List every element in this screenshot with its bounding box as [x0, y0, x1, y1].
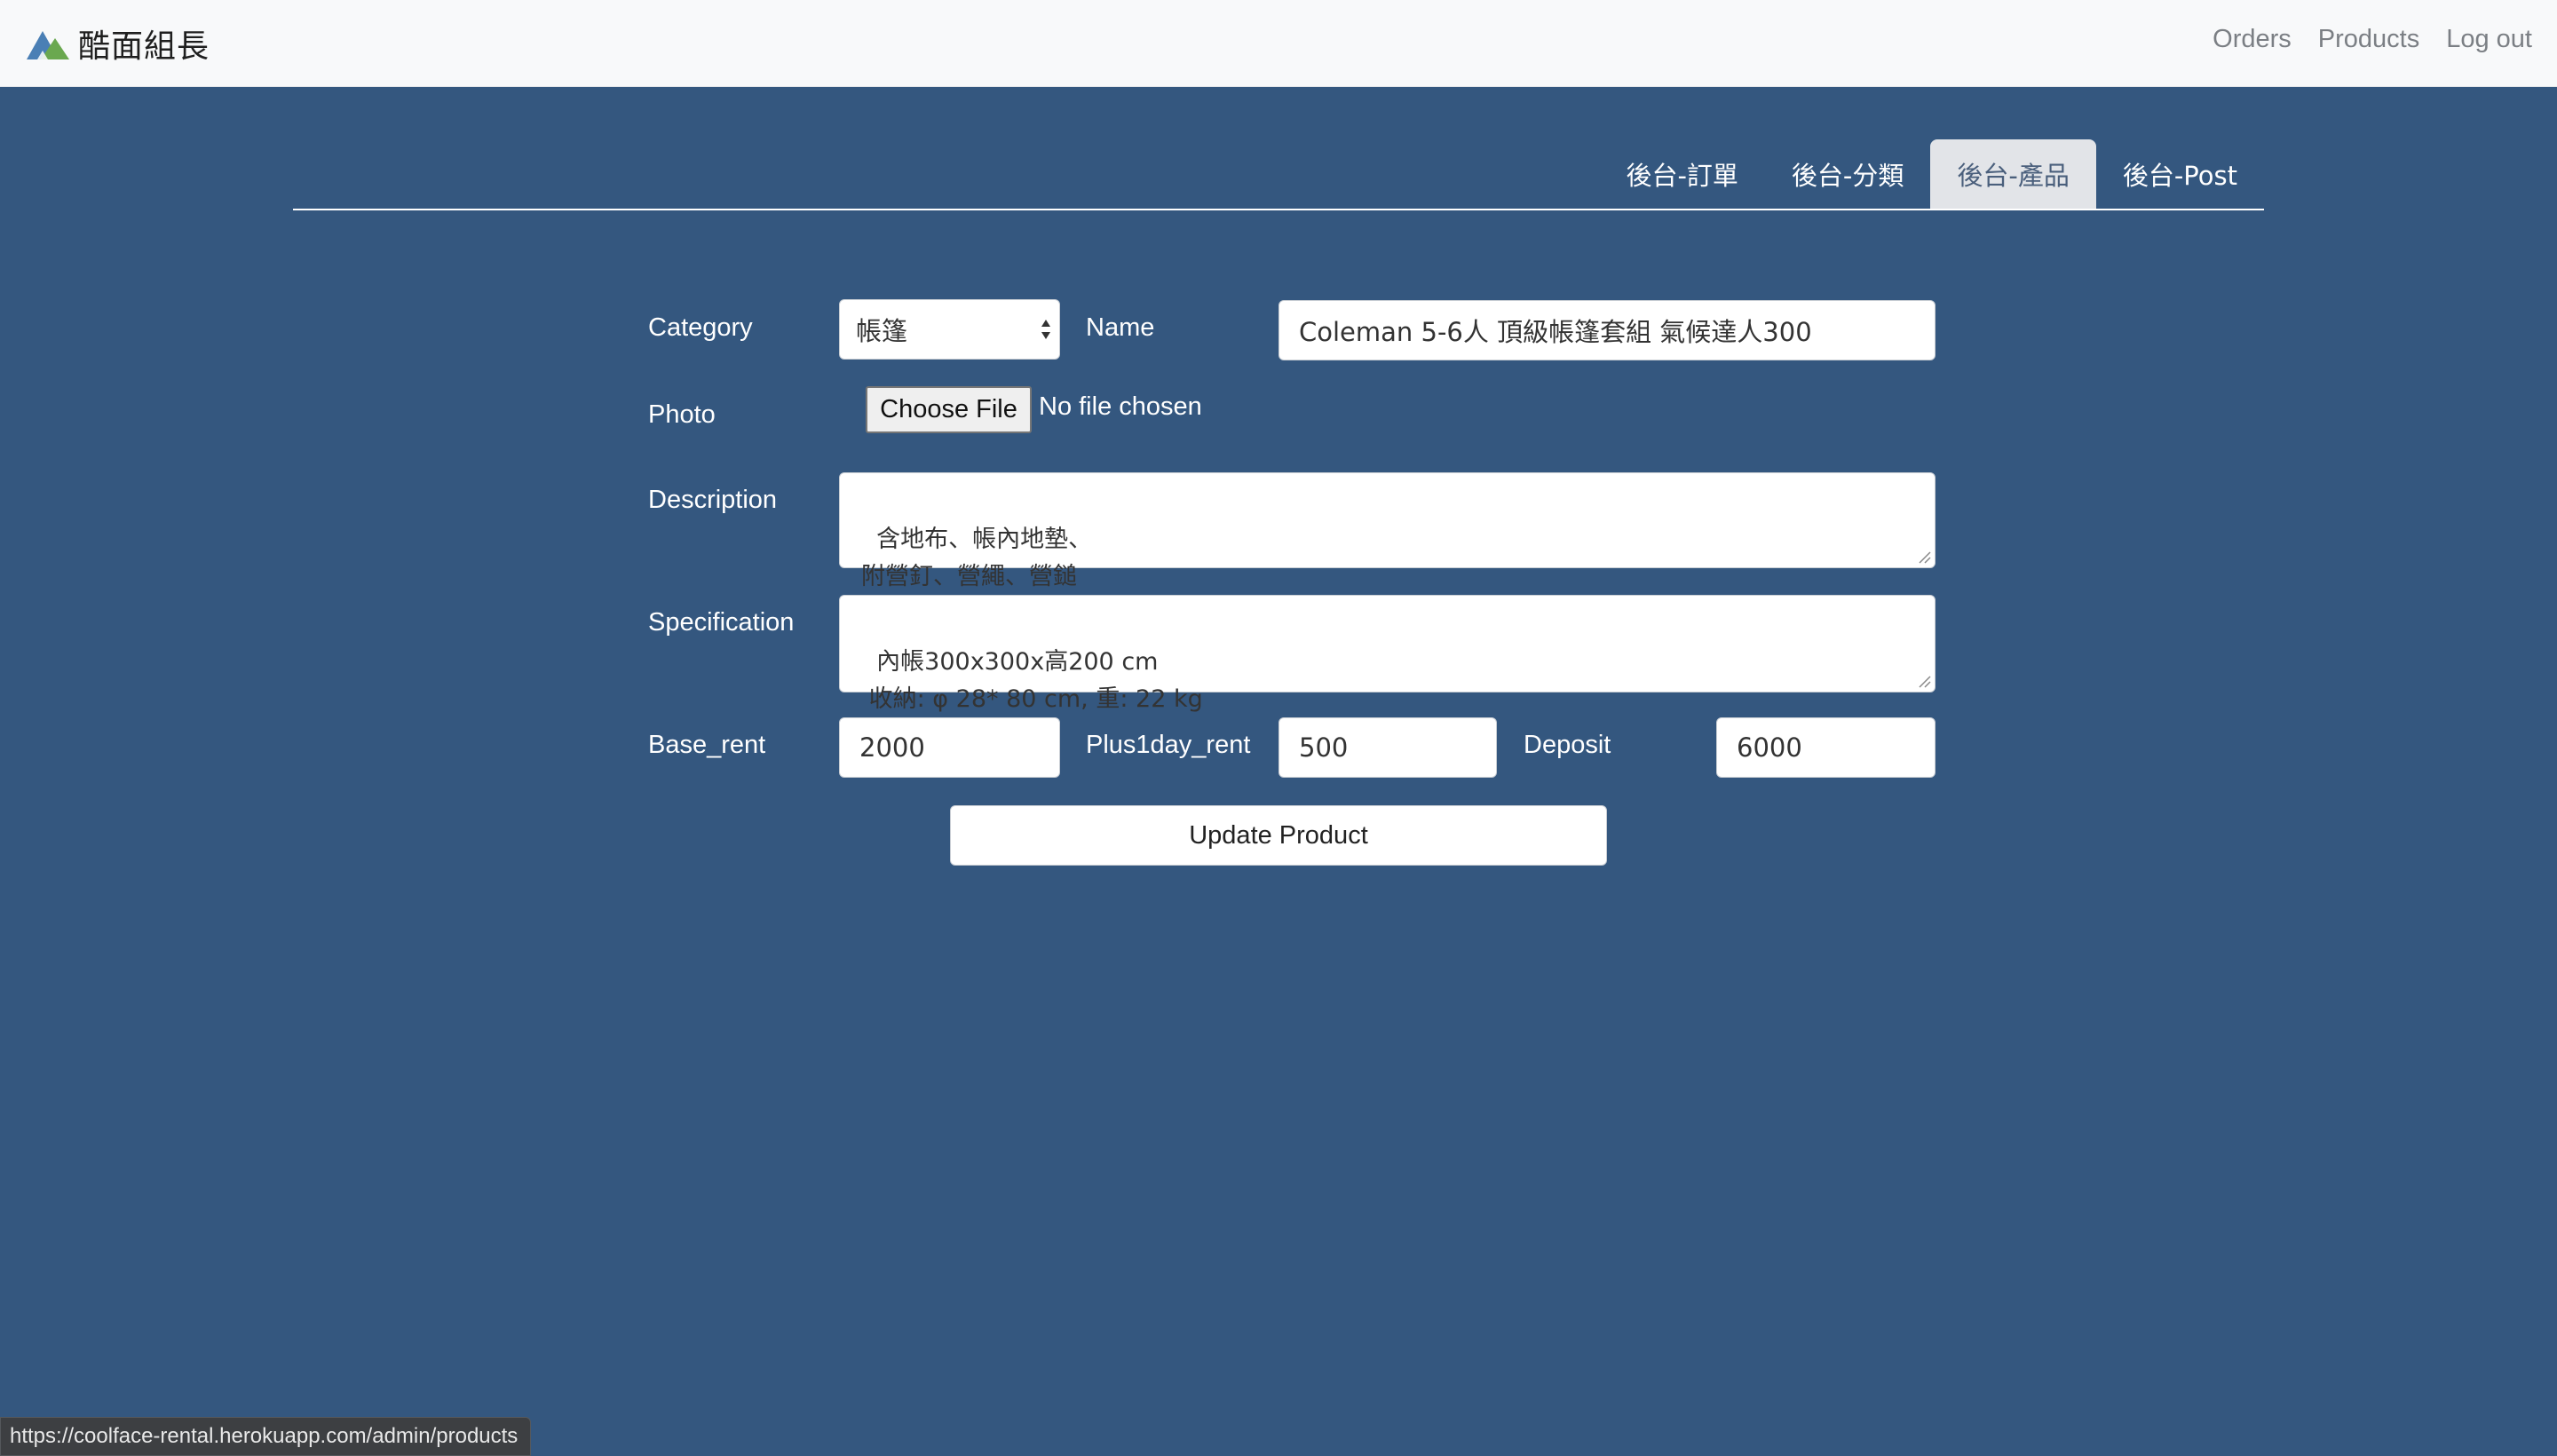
- top-navbar: 酷面組長 Orders Products Log out: [0, 0, 2557, 87]
- nav-products-link[interactable]: Products: [2318, 25, 2419, 54]
- category-select[interactable]: 帳篷: [839, 299, 1060, 360]
- category-select-value: 帳篷: [856, 316, 908, 346]
- status-url: https://coolface-rental.herokuapp.com/ad…: [10, 1424, 519, 1448]
- admin-tabs: 後台-訂單 後台-分類 後台-產品 後台-Post: [293, 139, 2264, 210]
- nav-orders-link[interactable]: Orders: [2213, 25, 2292, 54]
- tab-orders[interactable]: 後台-訂單: [1599, 139, 1764, 209]
- tab-list: 後台-訂單 後台-分類 後台-產品 後台-Post: [1599, 139, 2264, 209]
- specification-text: 內帳300x300x高200 cm 收納: φ 28* 80 cm, 重: 22…: [868, 648, 1203, 713]
- link-status-bar: https://coolface-rental.herokuapp.com/ad…: [0, 1417, 532, 1456]
- tab-post[interactable]: 後台-Post: [2096, 139, 2264, 209]
- mountain-logo-icon: [27, 31, 69, 59]
- brand[interactable]: 酷面組長: [25, 21, 210, 66]
- name-label: Name: [1086, 313, 1155, 342]
- nav-links: Orders Products Log out: [2213, 25, 2532, 54]
- specification-textarea[interactable]: 內帳300x300x高200 cm 收納: φ 28* 80 cm, 重: 22…: [839, 595, 1936, 713]
- resize-handle-icon[interactable]: [1917, 550, 1931, 564]
- tab-products[interactable]: 後台-產品: [1930, 139, 2096, 209]
- photo-label: Photo: [648, 400, 716, 429]
- tab-categories[interactable]: 後台-分類: [1765, 139, 1930, 209]
- base-rent-field[interactable]: 2000: [839, 717, 1060, 778]
- plus1day-rent-field[interactable]: 500: [1278, 717, 1497, 778]
- description-label: Description: [648, 486, 778, 514]
- update-product-button[interactable]: Update Product: [950, 805, 1607, 866]
- deposit-field[interactable]: 6000: [1716, 717, 1936, 778]
- base-rent-label: Base_rent: [648, 731, 766, 759]
- choose-file-button[interactable]: Choose File: [866, 386, 1032, 433]
- nav-logout-link[interactable]: Log out: [2446, 25, 2532, 54]
- name-field[interactable]: Coleman 5-6人 頂級帳篷套組 氣候達人300: [1278, 300, 1936, 360]
- select-arrows-icon: [1041, 320, 1050, 339]
- file-status-text: No file chosen: [1039, 392, 1202, 421]
- category-label: Category: [648, 313, 753, 342]
- description-text: 含地布、帳內地墊、 附營釘、營繩、營鎚: [861, 526, 1093, 590]
- resize-handle-icon[interactable]: [1917, 674, 1931, 688]
- description-textarea[interactable]: 含地布、帳內地墊、 附營釘、營繩、營鎚: [839, 472, 1936, 590]
- brand-name: 酷面組長: [78, 28, 210, 65]
- plus1day-rent-label: Plus1day_rent: [1086, 731, 1251, 759]
- specification-label: Specification: [648, 608, 795, 637]
- deposit-label: Deposit: [1524, 731, 1611, 759]
